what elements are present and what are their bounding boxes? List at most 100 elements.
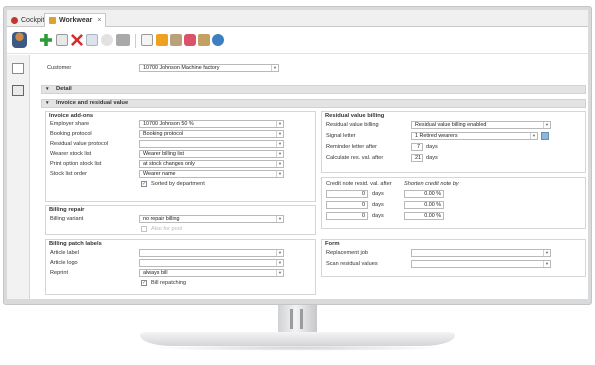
section-invoice-residual-title: Invoice and residual value	[56, 100, 129, 106]
eraser-icon[interactable]	[184, 34, 196, 46]
calc-res-val-label: Calculate res. val. after	[326, 155, 384, 161]
reprint-value: always bill	[143, 270, 168, 276]
edit-letter-icon[interactable]	[541, 132, 549, 140]
undo-icon[interactable]	[101, 34, 113, 46]
chevron-down-icon[interactable]: ▼	[276, 260, 283, 266]
credit-note-days-unit: days	[372, 213, 384, 219]
chevron-down-icon[interactable]: ▼	[543, 250, 550, 256]
wearer-stock-list-field[interactable]: Wearer billing list ▼	[139, 150, 284, 158]
article-logo-field[interactable]: ▼	[139, 259, 284, 267]
credit-note-percent-value: 0.00 %	[424, 191, 441, 197]
tab-bar: Cockpit Workwear ×	[7, 10, 588, 27]
residual-value-billing-value: Residual value billing enabled	[415, 122, 487, 128]
credit-note-days-input[interactable]: 0	[326, 190, 368, 198]
chevron-down-icon[interactable]: ▼	[276, 250, 283, 256]
credit-note-days-input[interactable]: 0	[326, 201, 368, 209]
tools-icon[interactable]	[198, 34, 210, 46]
collapse-icon[interactable]: ▾	[46, 86, 49, 93]
wearer-stock-list-label: Wearer stock list	[50, 151, 92, 157]
residual-value-protocol-field[interactable]: ▼	[139, 140, 284, 148]
reminder-letter-unit: days	[426, 144, 438, 150]
add-icon[interactable]	[40, 34, 52, 46]
search-view-icon[interactable]	[12, 63, 24, 74]
tab-workwear-label: Workwear	[59, 17, 93, 24]
billing-variant-field[interactable]: no repair billing ▼	[139, 215, 284, 223]
print-option-stock-list-field[interactable]: at stock changes only ▼	[139, 160, 284, 168]
reminder-letter-days-value: 7	[417, 144, 420, 150]
customer-value: 10700 Johnson Machine factory	[143, 65, 220, 71]
chevron-down-icon[interactable]: ▼	[276, 171, 283, 177]
globe-icon[interactable]	[212, 34, 224, 46]
section-invoice-residual[interactable]: ▾ Invoice and residual value	[41, 99, 586, 108]
chevron-down-icon[interactable]: ▼	[530, 133, 537, 139]
article-label-field[interactable]: ▼	[139, 249, 284, 257]
collapse-icon[interactable]: ▾	[46, 100, 49, 107]
print-option-stock-list-label: Print option stock list	[50, 161, 102, 167]
section-detail[interactable]: ▾ Detail	[41, 85, 586, 94]
sorted-by-department-checkbox[interactable]: ✓	[141, 181, 147, 187]
bill-repatching-checkbox[interactable]: ✓	[141, 280, 147, 286]
stock-list-order-field[interactable]: Wearer name ▼	[139, 170, 284, 178]
customer-field[interactable]: 10700 Johnson Machine factory ▼	[139, 64, 279, 72]
chevron-down-icon[interactable]: ▼	[276, 141, 283, 147]
calc-res-val-days-input[interactable]: 21	[411, 154, 423, 162]
chevron-down-icon[interactable]: ▼	[271, 65, 278, 71]
scan-residual-values-label: Scan residual values	[326, 261, 378, 267]
toolbar	[7, 28, 588, 54]
credit-note-percent-input[interactable]: 0.00 %	[404, 212, 444, 220]
calc-res-val-unit: days	[426, 155, 438, 161]
close-icon[interactable]: ×	[97, 17, 101, 24]
credit-note-days-input[interactable]: 0	[326, 212, 368, 220]
tab-cockpit[interactable]: Cockpit	[11, 13, 44, 27]
form-title: Form	[325, 241, 340, 247]
employer-share-field[interactable]: 10700 Johnson 50 % ▼	[139, 120, 284, 128]
chevron-down-icon[interactable]: ▼	[543, 261, 550, 267]
reprint-label: Reprint	[50, 270, 69, 276]
chart-icon[interactable]	[156, 34, 168, 46]
credit-note-days-value: 0	[362, 202, 365, 208]
residual-value-protocol-label: Residual value protocol	[50, 141, 109, 147]
calc-res-val-days-value: 21	[415, 155, 421, 161]
tab-workwear[interactable]: Workwear ×	[44, 13, 106, 27]
chevron-down-icon[interactable]: ▼	[276, 121, 283, 127]
booking-protocol-field[interactable]: Booking protocol ▼	[139, 130, 284, 138]
screen: Cockpit Workwear × Customer 10700 Johnso…	[7, 10, 588, 299]
chevron-down-icon[interactable]: ▼	[276, 216, 283, 222]
residual-value-billing-field[interactable]: Residual value billing enabled ▼	[411, 121, 551, 129]
patch-labels-group	[45, 239, 316, 295]
section-detail-title: Detail	[56, 86, 72, 92]
detail-view-icon[interactable]	[12, 85, 24, 96]
monitor-base	[140, 332, 455, 346]
sorted-by-department-label: Sorted by department	[151, 181, 205, 187]
print-icon[interactable]	[116, 34, 130, 46]
credit-note-percent-input[interactable]: 0.00 %	[404, 190, 444, 198]
reminder-letter-label: Reminder letter after	[326, 144, 377, 150]
scan-residual-values-field[interactable]: ▼	[411, 260, 551, 268]
residual-billing-title: Residual value billing	[325, 113, 385, 119]
chevron-down-icon[interactable]: ▼	[276, 131, 283, 137]
booking-protocol-value: Booking protocol	[143, 131, 184, 137]
delete-icon[interactable]	[71, 34, 83, 46]
chevron-down-icon[interactable]: ▼	[276, 151, 283, 157]
users-icon[interactable]	[12, 32, 27, 48]
signal-letter-field[interactable]: 1 Retired wearers ▼	[411, 132, 538, 140]
bill-repatching-label: Bill repatching	[151, 280, 187, 286]
residual-value-billing-label: Residual value billing	[326, 122, 379, 128]
save-icon[interactable]	[86, 34, 98, 46]
employer-share-label: Employer share	[50, 121, 90, 127]
document-icon[interactable]	[141, 34, 153, 46]
also-for-pool-checkbox[interactable]	[141, 226, 147, 232]
replacement-job-field[interactable]: ▼	[411, 249, 551, 257]
chevron-down-icon[interactable]: ▼	[276, 270, 283, 276]
copy-icon[interactable]	[56, 34, 68, 46]
credit-note-days-unit: days	[372, 191, 384, 197]
reminder-letter-days-input[interactable]: 7	[411, 143, 423, 151]
credit-note-percent-input[interactable]: 0.00 %	[404, 201, 444, 209]
report-icon[interactable]	[170, 34, 182, 46]
reprint-field[interactable]: always bill ▼	[139, 269, 284, 277]
article-label-label: Article label	[50, 250, 79, 256]
chevron-down-icon[interactable]: ▼	[543, 122, 550, 128]
main-content: Customer 10700 Johnson Machine factory ▼…	[31, 55, 588, 299]
booking-protocol-label: Booking protocol	[50, 131, 92, 137]
chevron-down-icon[interactable]: ▼	[276, 161, 283, 167]
